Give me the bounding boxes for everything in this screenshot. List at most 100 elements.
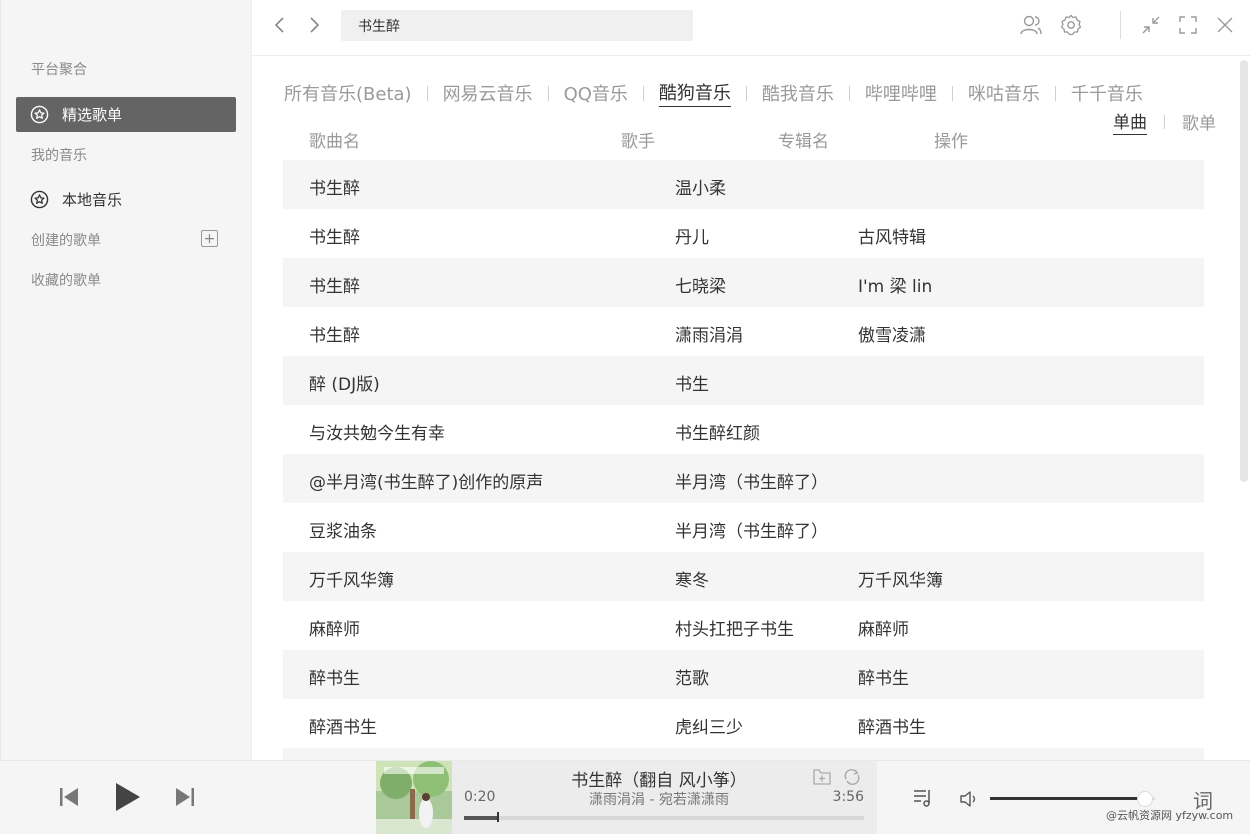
current-time: 0:20 xyxy=(464,789,496,805)
maximize-icon[interactable] xyxy=(1176,13,1200,37)
section-collected-playlists: 收藏的歌单 xyxy=(31,273,101,289)
table-row[interactable]: 醉酒书生 虎纠三少 醉酒书生 xyxy=(283,699,1204,748)
gear-icon[interactable] xyxy=(1059,13,1083,37)
tab-migu[interactable]: 咪咕音乐 xyxy=(968,80,1040,106)
volume-slider[interactable] xyxy=(990,791,1155,807)
table-row[interactable]: 麻醉师 村头扛把子书生 麻醉师 xyxy=(283,601,1204,650)
sidebar-item-selected-playlists[interactable]: 精选歌单 xyxy=(16,97,236,132)
song-artist[interactable]: 潇雨涓涓 xyxy=(675,321,743,346)
tab-bilibili[interactable]: 哔哩哔哩 xyxy=(865,80,937,106)
search-input[interactable] xyxy=(341,10,693,41)
table-row[interactable]: @半月湾(书生醉了)创作的原声 半月湾（书生醉了） xyxy=(283,454,1204,503)
song-name: 书生醉 xyxy=(309,326,360,346)
song-name: 麻醉师 xyxy=(309,620,360,640)
song-name: 书生醉 xyxy=(309,179,360,199)
minimize-icon[interactable] xyxy=(1139,13,1163,37)
sidebar-item-label: 精选歌单 xyxy=(62,106,123,124)
star-circle-icon xyxy=(30,190,49,209)
song-artist[interactable]: 七晓梁 xyxy=(675,272,726,297)
play-icon[interactable] xyxy=(113,781,143,813)
song-album[interactable]: 醉书生 xyxy=(858,664,909,689)
song-artist[interactable]: 书生醉红颜 xyxy=(675,419,760,444)
table-row[interactable] xyxy=(283,748,1204,760)
tab-all-music[interactable]: 所有音乐(Beta) xyxy=(284,80,412,106)
forward-arrow-icon[interactable] xyxy=(303,14,325,36)
song-artist[interactable]: 范歌 xyxy=(675,664,709,689)
volume-icon[interactable] xyxy=(958,788,980,810)
sidebar: 平台聚合 精选歌单 我的音乐 本地音乐 创建的歌单 + 收藏的歌单 xyxy=(0,0,252,760)
song-artist[interactable]: 虎纠三少 xyxy=(675,713,743,738)
tab-netease[interactable]: 网易云音乐 xyxy=(443,80,533,106)
song-name: 豆浆油条 xyxy=(309,522,377,542)
song-album[interactable]: 傲雪凌潇 xyxy=(858,321,926,346)
header-artist: 歌手 xyxy=(621,132,655,152)
tab-kugou[interactable]: 酷狗音乐 xyxy=(658,79,731,107)
table-row[interactable]: 书生醉 潇雨涓涓 傲雪凌潇 xyxy=(283,307,1204,356)
platform-tabs: 所有音乐(Beta) 网易云音乐 QQ音乐 酷狗音乐 酷我音乐 哔哩哔哩 咪咕音… xyxy=(284,79,1143,107)
tab-divider xyxy=(426,85,428,101)
user-icon[interactable] xyxy=(1019,13,1043,37)
song-album[interactable]: 醉酒书生 xyxy=(858,713,926,738)
table-row[interactable]: 书生醉 丹儿 古风特辑 xyxy=(283,209,1204,258)
table-row[interactable]: 书生醉 温小柔 xyxy=(283,160,1204,209)
tab-qianqian[interactable]: 千千音乐 xyxy=(1071,80,1143,106)
song-artist[interactable]: 半月湾（书生醉了） xyxy=(675,517,828,542)
tab-divider xyxy=(951,85,953,101)
song-name: 与汝共勉今生有幸 xyxy=(309,424,445,444)
table-row[interactable]: 万千风华簿 寒冬 万千风华簿 xyxy=(283,552,1204,601)
tab-qq[interactable]: QQ音乐 xyxy=(564,80,628,106)
close-icon[interactable] xyxy=(1213,13,1237,37)
table-row[interactable]: 醉 (DJ版) 书生 xyxy=(283,356,1204,405)
song-title: 书生醉（翻自 风小筝） xyxy=(571,771,747,791)
playlist-queue-icon[interactable] xyxy=(912,787,934,809)
tab-divider xyxy=(547,85,549,101)
sidebar-item-label: 本地音乐 xyxy=(62,191,123,209)
song-artist[interactable]: 半月湾（书生醉了） xyxy=(675,468,828,493)
add-playlist-button[interactable]: + xyxy=(201,230,218,247)
song-name: 醉书生 xyxy=(309,669,360,689)
add-to-playlist-icon[interactable] xyxy=(812,767,832,787)
song-album[interactable]: 古风特辑 xyxy=(858,223,926,248)
progress-handle[interactable] xyxy=(497,812,499,822)
song-artist[interactable]: 寒冬 xyxy=(675,566,709,591)
progress-bar[interactable] xyxy=(464,812,864,822)
song-artist[interactable]: 温小柔 xyxy=(675,174,726,199)
song-artist[interactable]: 书生 xyxy=(675,370,709,395)
sidebar-item-local-music[interactable]: 本地音乐 xyxy=(16,182,236,217)
tab-kuwo[interactable]: 酷我音乐 xyxy=(762,80,834,106)
section-my-music-label: 我的音乐 xyxy=(31,148,87,164)
now-playing: 书生醉（翻自 风小筝） 潇雨涓涓 - 宛若潇潇雨 0:20 3:56 xyxy=(376,761,877,834)
table-header: 歌曲名 歌手 专辑名 操作 xyxy=(283,127,1204,153)
song-name: @半月湾(书生醉了)创作的原声 xyxy=(309,473,544,493)
table-row[interactable]: 与汝共勉今生有幸 书生醉红颜 xyxy=(283,405,1204,454)
header-song-name: 歌曲名 xyxy=(309,132,360,152)
star-circle-icon xyxy=(30,105,49,124)
song-album[interactable]: 麻醉师 xyxy=(858,615,909,640)
song-artist[interactable]: 丹儿 xyxy=(675,223,709,248)
song-album[interactable]: I'm 梁 lin xyxy=(858,272,932,297)
song-list: 书生醉 温小柔 书生醉 丹儿 古风特辑 书生醉 七晓梁 I'm 梁 lin 书生醉 潇雨涓涓… xyxy=(283,160,1204,760)
album-cover[interactable] xyxy=(376,761,452,834)
volume-handle[interactable] xyxy=(1137,791,1154,807)
tab-divider xyxy=(745,85,747,101)
previous-track-icon[interactable] xyxy=(58,785,80,809)
back-arrow-icon[interactable] xyxy=(269,14,291,36)
table-row[interactable]: 豆浆油条 半月湾（书生醉了） xyxy=(283,503,1204,552)
scrollbar[interactable] xyxy=(1240,60,1248,482)
next-track-icon[interactable] xyxy=(174,785,196,809)
section-created-playlists: 创建的歌单 xyxy=(31,233,101,249)
repeat-icon[interactable] xyxy=(842,767,862,787)
table-row[interactable]: 醉书生 范歌 醉书生 xyxy=(283,650,1204,699)
watermark: @云帆资源网 yfzyw.com xyxy=(1106,809,1234,822)
tab-divider xyxy=(642,85,644,101)
tab-divider xyxy=(1054,85,1056,101)
total-time: 3:56 xyxy=(832,789,864,805)
header-album: 专辑名 xyxy=(778,132,829,152)
song-artist[interactable]: 村头扛把子书生 xyxy=(675,615,794,640)
progress-fill xyxy=(464,816,498,820)
header-action: 操作 xyxy=(934,132,968,152)
song-name: 书生醉 xyxy=(309,228,360,248)
top-bar xyxy=(253,0,1250,56)
table-row[interactable]: 书生醉 七晓梁 I'm 梁 lin xyxy=(283,258,1204,307)
song-album[interactable]: 万千风华簿 xyxy=(858,566,943,591)
